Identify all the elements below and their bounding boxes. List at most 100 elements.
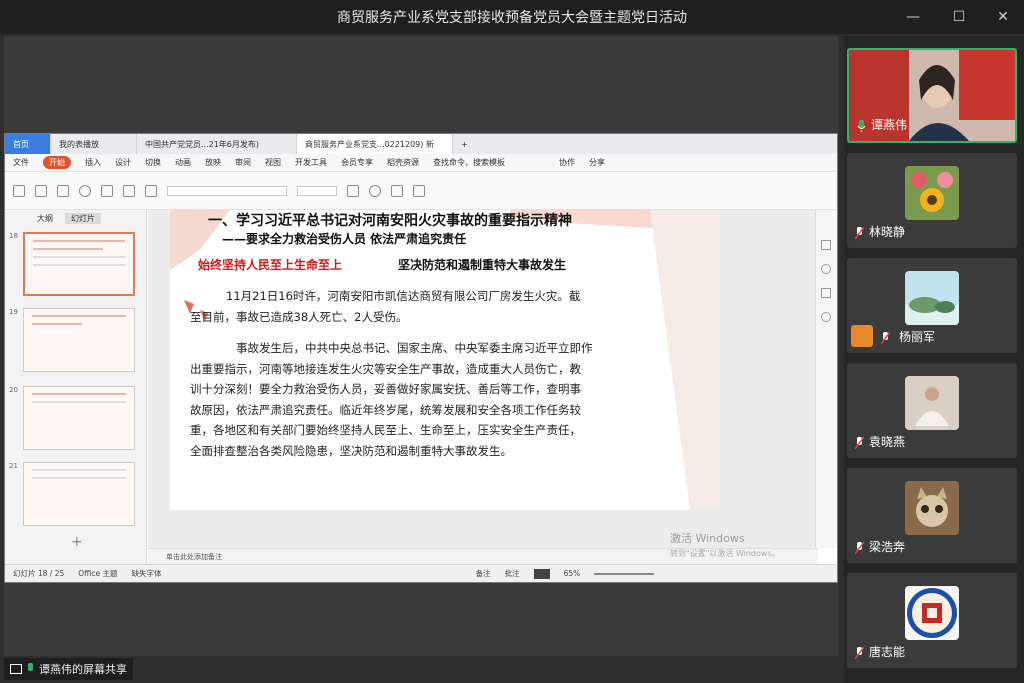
- paste-icon: [13, 184, 25, 197]
- mic-muted-icon: [855, 227, 864, 239]
- participant-tile[interactable]: 谭燕伟: [847, 48, 1017, 143]
- ribbon-new-slide[interactable]: [101, 184, 113, 197]
- menu-docer[interactable]: 稻壳资源: [387, 157, 419, 168]
- notes-toggle[interactable]: 备注: [476, 568, 491, 579]
- wps-menu-bar: 文件 开始 插入 设计 切换 动画 放映 审阅 视图 开发工具 会员专享 稻壳资…: [5, 154, 837, 172]
- menu-collab[interactable]: 协作: [559, 157, 575, 168]
- tool-icon[interactable]: [821, 264, 831, 274]
- menu-developer[interactable]: 开发工具: [295, 157, 327, 168]
- ribbon-textbox[interactable]: [347, 184, 359, 197]
- thumb-text-line: [32, 323, 82, 325]
- tab-outline[interactable]: 大纲: [37, 213, 53, 224]
- font-selector[interactable]: [167, 185, 287, 196]
- current-slide: 一、学习习近平总书记对河南安阳火灾事故的重要指示精神 ——要求全力救治受伤人员 …: [170, 210, 720, 510]
- slide-thumb-20[interactable]: [23, 386, 135, 450]
- participant-tile[interactable]: 袁晓燕: [847, 363, 1017, 458]
- participant-tile[interactable]: 梁浩奔: [847, 468, 1017, 563]
- tab-doc-2[interactable]: 中国共产党党员...21年6月发布): [137, 134, 297, 154]
- right-tool-bar: [815, 210, 837, 548]
- missing-font[interactable]: 缺失字体: [132, 568, 162, 579]
- arrange-icon: [413, 184, 425, 197]
- theme-name: Office 主题: [78, 569, 118, 578]
- ribbon-arrange[interactable]: [413, 184, 425, 197]
- landscape-avatar-icon: [905, 271, 959, 325]
- cut-icon: [35, 184, 47, 197]
- new-slide-icon: [101, 184, 113, 197]
- participant-name: 林晓静: [869, 225, 906, 239]
- menu-insert[interactable]: 插入: [85, 157, 101, 168]
- tool-icon[interactable]: [821, 312, 831, 322]
- close-icon[interactable]: ✕: [980, 0, 1024, 34]
- slide-red-slogan: 始终坚持人民至上生命至上: [198, 258, 343, 272]
- ribbon-picture[interactable]: [391, 184, 403, 197]
- tab-home[interactable]: 首页: [5, 134, 51, 154]
- menu-transition[interactable]: 切换: [145, 157, 161, 168]
- minimize-icon[interactable]: —: [890, 0, 936, 34]
- font-size-selector[interactable]: [297, 185, 337, 196]
- mic-icon: [857, 120, 866, 132]
- avatar: [905, 166, 959, 220]
- tab-doc-1[interactable]: 我的表播放: [51, 134, 137, 154]
- zoom-level: 65%: [563, 569, 581, 578]
- slide-thumbnail-panel: 大纲 幻灯片 18 19 20 21 +: [5, 210, 147, 564]
- tool-icon[interactable]: [821, 288, 831, 298]
- avatar: [905, 376, 959, 430]
- mic-muted-icon: [855, 437, 864, 449]
- menu-start[interactable]: 开始: [43, 156, 71, 169]
- slide-thumb-21[interactable]: [23, 462, 135, 526]
- tab-doc-3[interactable]: 商贸服务产业系党支...0221209) 新: [297, 134, 453, 154]
- slide-number: 21: [9, 462, 18, 470]
- thumb-text-line: [33, 256, 125, 258]
- picture-icon: [391, 184, 403, 197]
- menu-file[interactable]: 文件: [13, 157, 29, 168]
- ribbon-reset[interactable]: [145, 184, 157, 197]
- slide-number: 20: [9, 386, 18, 394]
- avatar: [905, 586, 959, 640]
- new-tab-icon[interactable]: +: [453, 134, 476, 154]
- menu-view[interactable]: 视图: [265, 157, 281, 168]
- menu-search[interactable]: 查找命令、搜索模板: [433, 157, 505, 168]
- participant-tile[interactable]: 杨丽军: [847, 258, 1017, 353]
- mic-muted-icon: [855, 647, 864, 659]
- ribbon-paste[interactable]: [13, 184, 25, 197]
- slide-paragraph-2: 事故发生后，中共中央总书记、国家主席、中央军委主席习近平立即作 出重要指示，河南…: [190, 338, 668, 462]
- participant-name: 梁浩奔: [869, 540, 906, 554]
- cat-avatar-icon: [905, 481, 959, 535]
- slide-black-slogan: 坚决防范和遏制重特大事故发生: [398, 258, 567, 272]
- menu-slideshow[interactable]: 放映: [205, 157, 221, 168]
- menu-member[interactable]: 会员专享: [341, 157, 373, 168]
- windows-watermark: 激活 Windows: [670, 532, 745, 545]
- menu-share[interactable]: 分享: [589, 157, 605, 168]
- tab-slides[interactable]: 幻灯片: [65, 212, 101, 224]
- ribbon-cut[interactable]: [35, 184, 47, 197]
- status-bar: 幻灯片 18 / 25 Office 主题 缺失字体 备注 批注 65%: [5, 564, 837, 582]
- slide-thumb-18[interactable]: [23, 232, 135, 296]
- wps-window: 首页 我的表播放 中国共产党党员...21年6月发布) 商贸服务产业系党支...…: [4, 133, 838, 583]
- maximize-icon[interactable]: ☐: [936, 0, 982, 34]
- slide-thumb-19[interactable]: [23, 308, 135, 372]
- avatar: [905, 481, 959, 535]
- participant-panel: 谭燕伟 林晓静 杨丽军 袁晓燕 梁浩奔 唐志能: [844, 36, 1024, 683]
- add-slide-icon[interactable]: +: [71, 534, 83, 550]
- thumb-text-line: [33, 248, 103, 250]
- ribbon-shapes[interactable]: [369, 184, 381, 197]
- menu-animation[interactable]: 动画: [175, 157, 191, 168]
- windows-watermark-sub: 转到"设置"以激活 Windows。: [670, 549, 780, 558]
- menu-review[interactable]: 审阅: [235, 157, 251, 168]
- slide-number: 18: [9, 232, 18, 240]
- participant-tile[interactable]: 林晓静: [847, 153, 1017, 248]
- tool-icon[interactable]: [821, 240, 831, 250]
- play-slideshow-icon[interactable]: [533, 568, 550, 579]
- participant-tile[interactable]: 唐志能: [847, 573, 1017, 668]
- slide-canvas-area: 一、学习习近平总书记对河南安阳火灾事故的重要指示精神 ——要求全力救治受伤人员 …: [148, 210, 818, 548]
- ribbon-layout[interactable]: [123, 184, 135, 197]
- participant-name: 袁晓燕: [869, 435, 906, 449]
- ribbon-play[interactable]: [79, 184, 91, 197]
- zoom-slider[interactable]: [594, 572, 655, 575]
- participant-name: 谭燕伟: [871, 118, 908, 132]
- mic-muted-icon: [855, 542, 864, 554]
- comment-toggle[interactable]: 批注: [505, 568, 520, 579]
- thumb-text-line: [32, 393, 126, 395]
- ribbon-format-painter[interactable]: [57, 184, 69, 197]
- menu-design[interactable]: 设计: [115, 157, 131, 168]
